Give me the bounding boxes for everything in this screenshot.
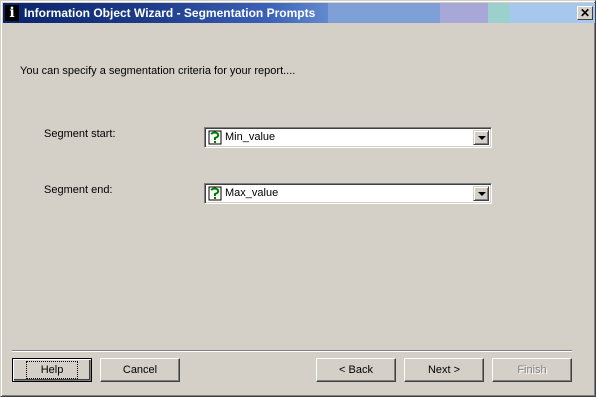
description-text: You can specify a segmentation criteria … (20, 65, 296, 77)
parameter-icon (208, 186, 222, 201)
segment-start-combobox[interactable]: Min_value (204, 127, 492, 148)
segment-start-dropdown-button[interactable] (473, 130, 489, 145)
next-button-label: Next > (427, 364, 461, 376)
segment-start-label: Segment start: (44, 128, 116, 140)
back-button[interactable]: < Back (316, 358, 396, 382)
wizard-window: i Information Object Wizard - Segmentati… (0, 0, 596, 397)
cancel-button-label: Cancel (122, 364, 158, 376)
close-button[interactable]: ✕ (577, 6, 593, 20)
close-icon: ✕ (579, 6, 591, 20)
segment-end-dropdown-button[interactable] (473, 186, 489, 201)
finish-button-label: Finish (517, 364, 547, 376)
cancel-button[interactable]: Cancel (100, 358, 180, 382)
footer-separator (12, 350, 572, 352)
parameter-icon (208, 130, 222, 145)
segment-end-label: Segment end: (44, 184, 113, 196)
help-button[interactable]: Help (12, 358, 92, 382)
segment-start-value: Min_value (225, 131, 276, 143)
segment-end-combobox[interactable]: Max_value (204, 183, 492, 204)
segment-end-value: Max_value (225, 187, 279, 199)
help-button-label: Help (25, 361, 79, 379)
title-bar[interactable]: i Information Object Wizard - Segmentati… (3, 3, 595, 23)
next-button[interactable]: Next > (404, 358, 484, 382)
finish-button[interactable]: Finish (492, 358, 572, 382)
info-icon: i (5, 5, 19, 21)
window-title: Information Object Wizard - Segmentation… (24, 6, 316, 20)
back-button-label: < Back (339, 364, 373, 376)
